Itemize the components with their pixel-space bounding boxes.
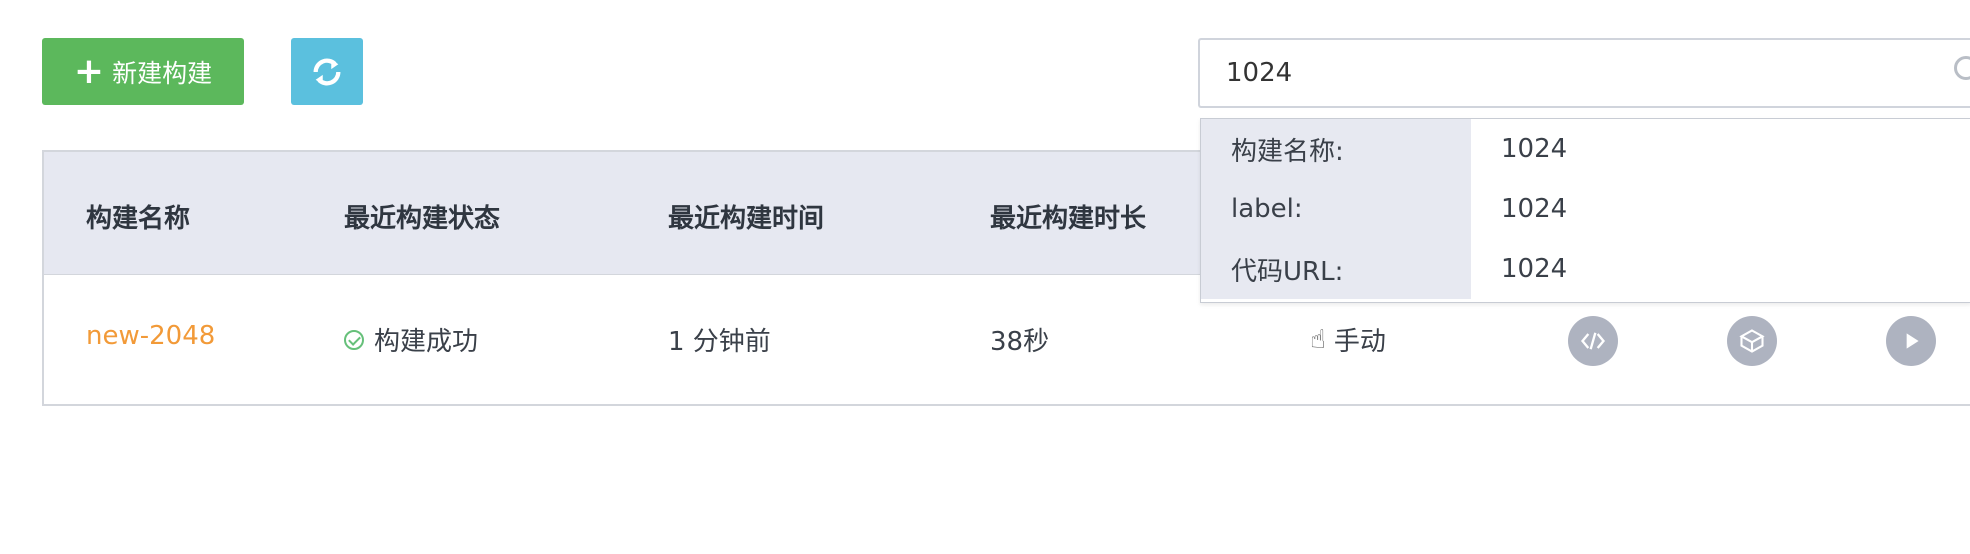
build-status-text: 构建成功 [374, 327, 479, 357]
plus-icon: + [73, 50, 105, 92]
play-icon [1906, 333, 1919, 349]
build-duration: 38秒 [990, 327, 1050, 357]
run-button[interactable] [1886, 316, 1936, 366]
build-name-link[interactable]: new-2048 [86, 321, 215, 351]
suggestion-key[interactable]: 代码URL: [1201, 239, 1471, 299]
refresh-button[interactable] [291, 38, 363, 105]
hand-pointer-icon: ☝ [1310, 324, 1326, 355]
suggestion-value[interactable]: 1024 [1501, 119, 1567, 179]
search-icon[interactable] [1954, 56, 1970, 80]
new-build-button[interactable]: + 新建构建 [42, 38, 244, 105]
suggestion-key[interactable]: 构建名称: [1201, 119, 1471, 179]
suggestion-value[interactable]: 1024 [1501, 179, 1567, 239]
search-box [1198, 38, 1970, 108]
build-trigger: ☝ 手动 [1310, 321, 1386, 358]
suggestion-value[interactable]: 1024 [1501, 239, 1567, 299]
new-build-label: 新建构建 [112, 58, 213, 88]
build-status: 构建成功 [344, 321, 478, 358]
code-icon [1580, 332, 1606, 350]
package-button[interactable] [1727, 316, 1777, 366]
header-last-time: 最近构建时间 [668, 204, 825, 234]
search-suggestion-dropdown: 构建名称: 1024 label: 1024 代码URL: 1024 [1200, 118, 1970, 303]
build-trigger-text: 手动 [1333, 327, 1386, 357]
build-time: 1 分钟前 [668, 327, 771, 357]
search-input[interactable] [1224, 57, 1928, 89]
header-last-duration: 最近构建时长 [990, 204, 1147, 234]
package-icon [1739, 329, 1765, 353]
header-last-status: 最近构建状态 [344, 204, 501, 234]
code-button[interactable] [1568, 316, 1618, 366]
suggestion-item[interactable]: 代码URL: 1024 [1201, 239, 1970, 299]
suggestion-key[interactable]: label: [1201, 179, 1471, 239]
success-icon [344, 329, 364, 350]
header-build-name: 构建名称 [86, 204, 191, 234]
suggestion-item[interactable]: 构建名称: 1024 [1201, 119, 1970, 179]
refresh-icon [313, 58, 341, 85]
suggestion-item[interactable]: label: 1024 [1201, 179, 1970, 239]
